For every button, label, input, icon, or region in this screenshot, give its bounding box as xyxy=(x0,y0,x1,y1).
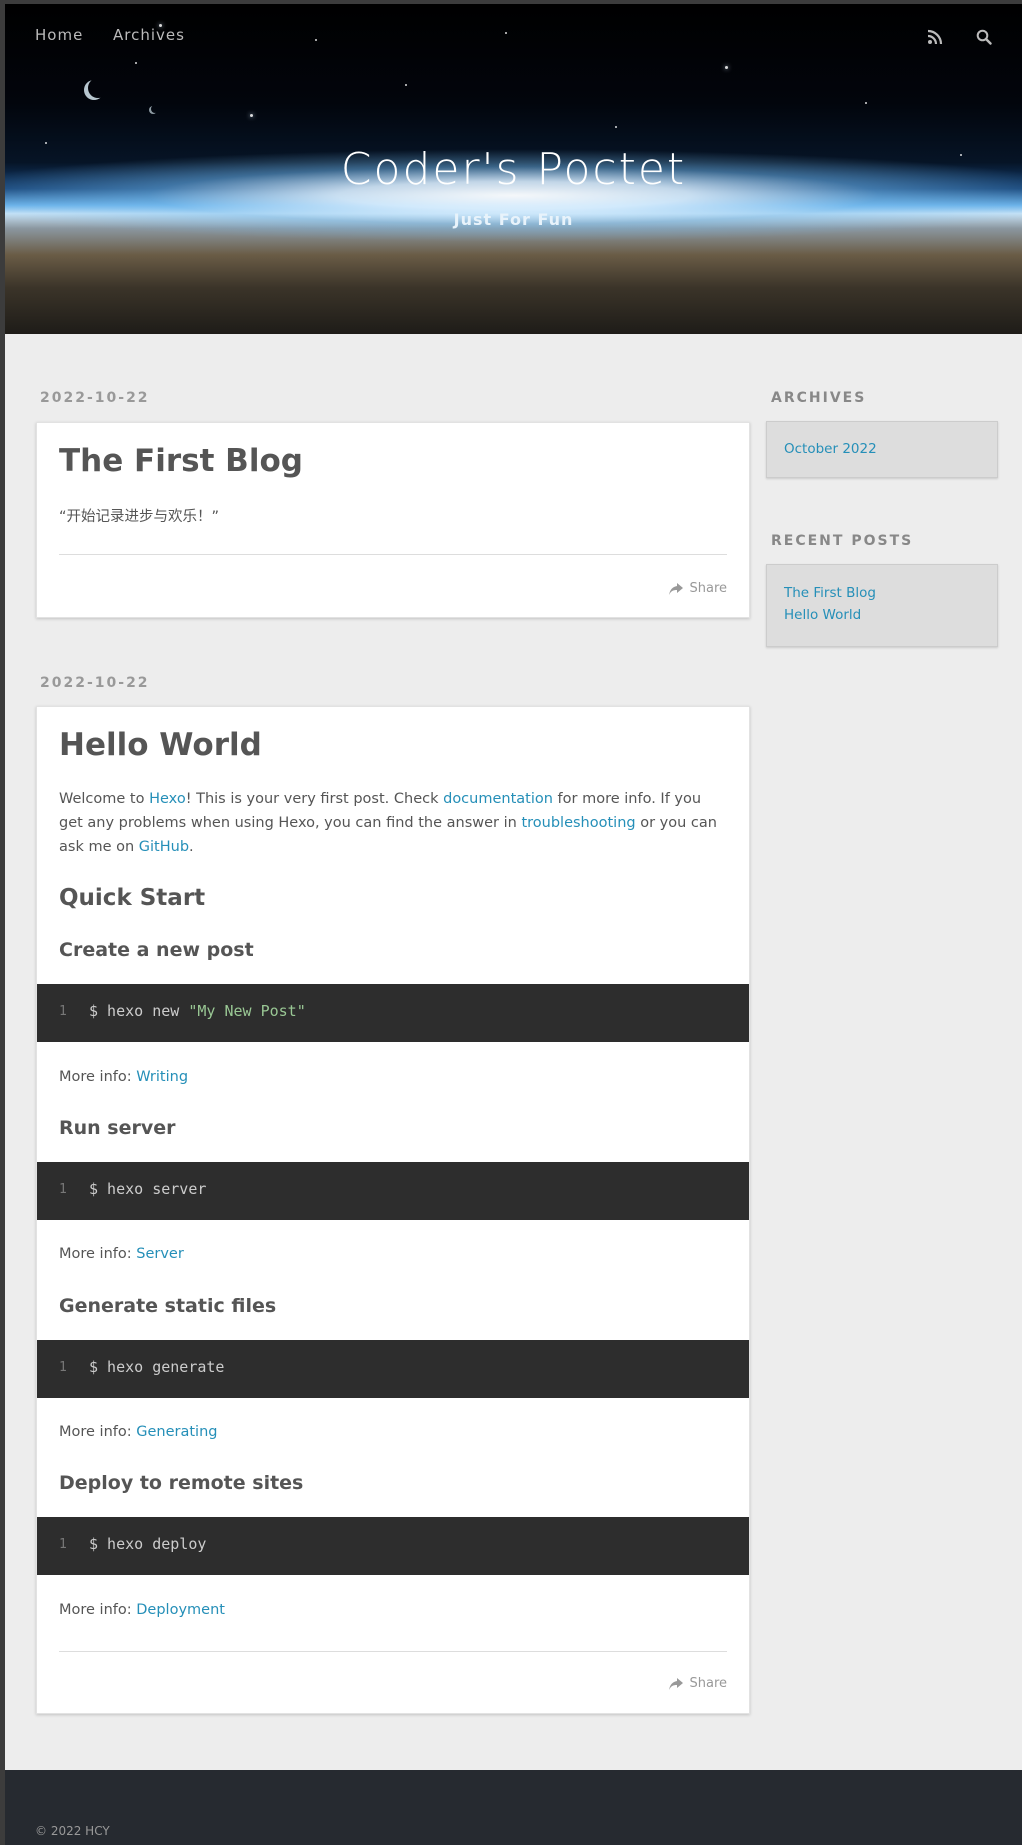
footer-copyright: © 2022 HCY xyxy=(35,1824,110,1838)
post-intro: Welcome to Hexo! This is your very first… xyxy=(59,791,717,855)
line-number: 1 xyxy=(59,1360,67,1375)
nav-archives-link[interactable]: Archives xyxy=(113,26,185,44)
archives-widget: October 2022 xyxy=(766,421,998,478)
server-link[interactable]: Server xyxy=(136,1246,184,1262)
archives-widget-title: ARCHIVES xyxy=(771,390,867,406)
code-command: $ hexo generate xyxy=(89,1358,225,1376)
recent-post-link[interactable]: The First Blog xyxy=(784,585,876,601)
site-title[interactable]: Coder's Poctet xyxy=(5,144,1022,195)
section-heading: Generate static files xyxy=(59,1295,277,1317)
footer: © 2022 HCY xyxy=(5,1770,1022,1845)
section-heading: Deploy to remote sites xyxy=(59,1472,304,1494)
share-label: Share xyxy=(689,581,727,596)
generating-link[interactable]: Generating xyxy=(136,1424,217,1440)
troubleshooting-link[interactable]: troubleshooting xyxy=(521,815,635,831)
main-nav: Home Archives xyxy=(5,4,1022,68)
nav-home-link[interactable]: Home xyxy=(35,26,83,44)
moon-decoration-small xyxy=(151,105,159,113)
post-excerpt: “开始记录进步与欢乐！” xyxy=(59,509,220,525)
post-title[interactable]: The First Blog xyxy=(59,443,303,479)
code-block: 1 $ hexo new "My New Post" xyxy=(37,984,749,1042)
rss-icon[interactable] xyxy=(927,29,943,45)
site-subtitle: Just For Fun xyxy=(453,210,574,229)
code-command: $ hexo new xyxy=(89,1002,189,1020)
section-heading: Create a new post xyxy=(59,939,254,961)
share-icon xyxy=(669,1677,684,1690)
github-link[interactable]: GitHub xyxy=(139,839,189,855)
header-banner: Home Archives Coder's Poctet Just For Fu… xyxy=(5,4,1022,334)
post-card: Hello World Welcome to Hexo! This is you… xyxy=(36,706,750,1714)
post-date[interactable]: 2022-10-22 xyxy=(40,390,150,406)
post-card: The First Blog “开始记录进步与欢乐！” Share xyxy=(36,422,750,618)
archive-month-link[interactable]: October 2022 xyxy=(784,441,877,457)
section-heading: Run server xyxy=(59,1117,176,1139)
moon-decoration xyxy=(88,78,108,98)
code-command: $ hexo deploy xyxy=(89,1535,207,1553)
code-string: "My New Post" xyxy=(188,1002,306,1020)
recent-post-link[interactable]: Hello World xyxy=(784,607,861,623)
page: Home Archives Coder's Poctet Just For Fu… xyxy=(5,4,1022,1845)
share-button[interactable]: Share xyxy=(669,1676,727,1691)
more-info: More info: Writing xyxy=(59,1069,189,1085)
code-block: 1 $ hexo server xyxy=(37,1162,749,1220)
more-info: More info: Deployment xyxy=(59,1602,225,1618)
divider xyxy=(59,554,727,555)
recent-posts-widget-title: RECENT POSTS xyxy=(771,533,914,549)
code-command: $ hexo server xyxy=(89,1180,207,1198)
deployment-link[interactable]: Deployment xyxy=(136,1602,225,1618)
more-info: More info: Generating xyxy=(59,1424,218,1440)
search-icon[interactable] xyxy=(976,29,992,45)
line-number: 1 xyxy=(59,1004,67,1019)
line-number: 1 xyxy=(59,1537,67,1552)
post-title[interactable]: Hello World xyxy=(59,727,262,763)
quick-start-heading: Quick Start xyxy=(59,885,206,911)
recent-posts-widget: The First Blog Hello World xyxy=(766,564,998,647)
post-date[interactable]: 2022-10-22 xyxy=(40,675,150,691)
more-info: More info: Server xyxy=(59,1246,184,1262)
share-icon xyxy=(669,582,684,595)
divider xyxy=(59,1651,727,1652)
share-label: Share xyxy=(689,1676,727,1691)
hexo-link[interactable]: Hexo xyxy=(149,791,186,807)
code-block: 1 $ hexo deploy xyxy=(37,1517,749,1575)
documentation-link[interactable]: documentation xyxy=(443,791,553,807)
share-button[interactable]: Share xyxy=(669,581,727,596)
writing-link[interactable]: Writing xyxy=(136,1069,188,1085)
line-number: 1 xyxy=(59,1182,67,1197)
code-block: 1 $ hexo generate xyxy=(37,1340,749,1398)
